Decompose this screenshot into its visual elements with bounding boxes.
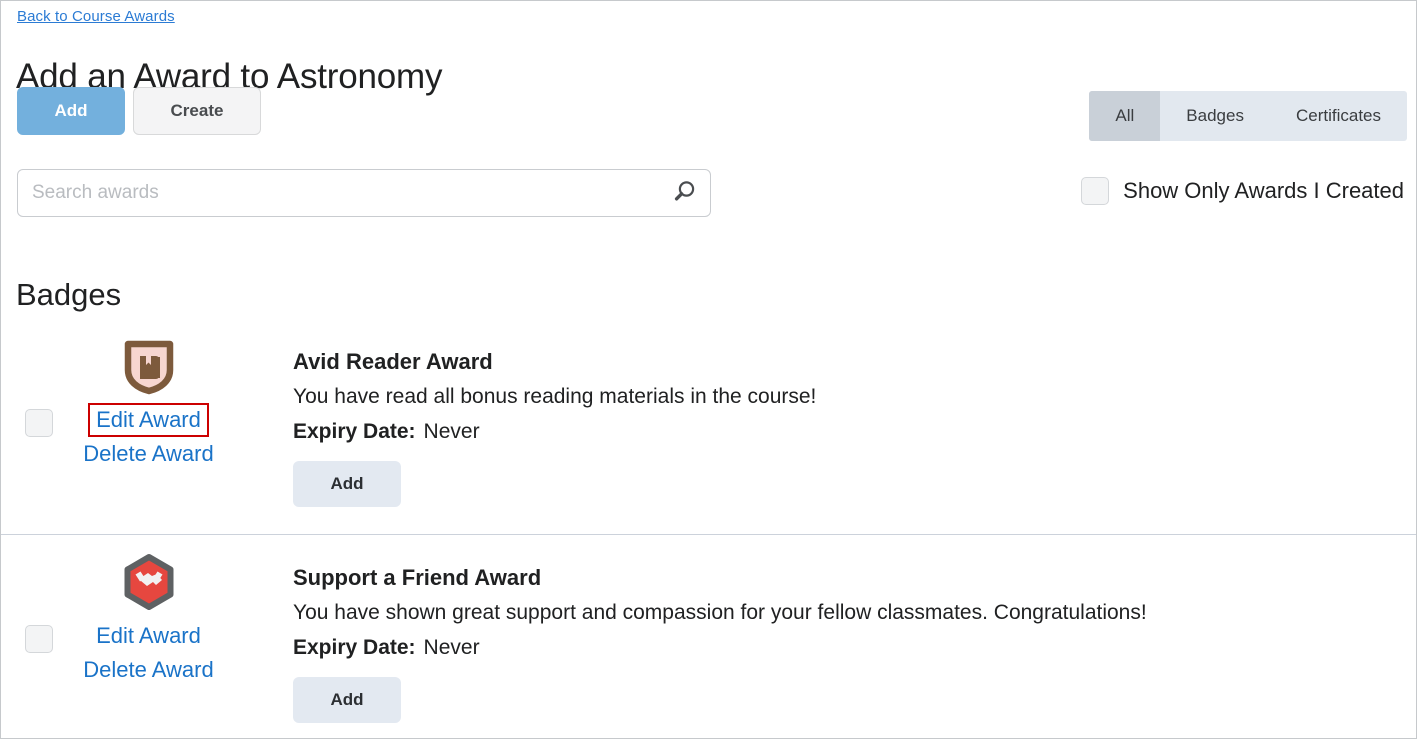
hexagon-handshake-badge-icon: [120, 553, 178, 611]
award-select-cell: [1, 535, 53, 653]
award-expiry-value: Never: [423, 636, 480, 659]
header-action-buttons: Add Create: [17, 87, 261, 135]
add-button[interactable]: Add: [17, 87, 125, 135]
award-details: Avid Reader Award You have read all bonu…: [236, 319, 1416, 507]
award-badge-cell: Edit Award Delete Award: [53, 319, 236, 471]
award-select-cell: [1, 319, 53, 437]
page-root: Back to Course Awards Add an Award to As…: [0, 0, 1417, 739]
delete-award-link[interactable]: Delete Award: [79, 653, 217, 687]
search-icon: [671, 179, 697, 208]
search-button[interactable]: [658, 170, 710, 216]
award-description: You have read all bonus reading material…: [293, 385, 817, 408]
breadcrumb-back-to-course-awards[interactable]: Back to Course Awards: [17, 7, 175, 27]
award-expiry-label: Expiry Date:: [293, 636, 416, 659]
tab-badges[interactable]: Badges: [1160, 91, 1270, 141]
award-action-links: Edit Award Delete Award: [79, 619, 217, 687]
add-award-button[interactable]: Add: [293, 677, 401, 723]
award-details: Support a Friend Award You have shown gr…: [236, 535, 1416, 723]
section-heading-badges: Badges: [16, 276, 122, 312]
show-only-awards-i-created-label: Show Only Awards I Created: [1123, 178, 1404, 203]
show-only-awards-i-created-filter: Show Only Awards I Created: [1081, 177, 1404, 205]
edit-award-link[interactable]: Edit Award: [88, 403, 209, 437]
edit-award-link[interactable]: Edit Award: [92, 619, 205, 653]
award-expiry: Expiry Date: Never: [293, 633, 1416, 663]
create-button[interactable]: Create: [133, 87, 261, 135]
delete-award-link[interactable]: Delete Award: [79, 437, 217, 471]
award-type-tabs: All Badges Certificates: [1089, 91, 1407, 141]
show-only-awards-i-created-checkbox[interactable]: [1081, 177, 1110, 205]
award-expiry-value: Never: [423, 420, 480, 443]
award-title: Avid Reader Award: [293, 349, 493, 374]
award-row: Edit Award Delete Award Support a Friend…: [1, 534, 1416, 738]
award-select-checkbox[interactable]: [25, 625, 53, 653]
search-bar: [17, 169, 711, 217]
award-badge-cell: Edit Award Delete Award: [53, 535, 236, 687]
award-action-links: Edit Award Delete Award: [79, 403, 217, 471]
award-expiry-label: Expiry Date:: [293, 420, 416, 443]
add-award-button[interactable]: Add: [293, 461, 401, 507]
award-description: You have shown great support and compass…: [293, 601, 1147, 624]
tab-all[interactable]: All: [1089, 91, 1161, 141]
search-input[interactable]: [18, 170, 658, 216]
award-expiry: Expiry Date: Never: [293, 417, 1416, 447]
award-title: Support a Friend Award: [293, 565, 542, 590]
award-row: Edit Award Delete Award Avid Reader Awar…: [1, 319, 1416, 534]
shield-book-badge-icon: [120, 337, 178, 395]
award-list: Edit Award Delete Award Avid Reader Awar…: [1, 319, 1416, 738]
award-select-checkbox[interactable]: [25, 409, 53, 437]
tab-certificates[interactable]: Certificates: [1270, 91, 1407, 141]
